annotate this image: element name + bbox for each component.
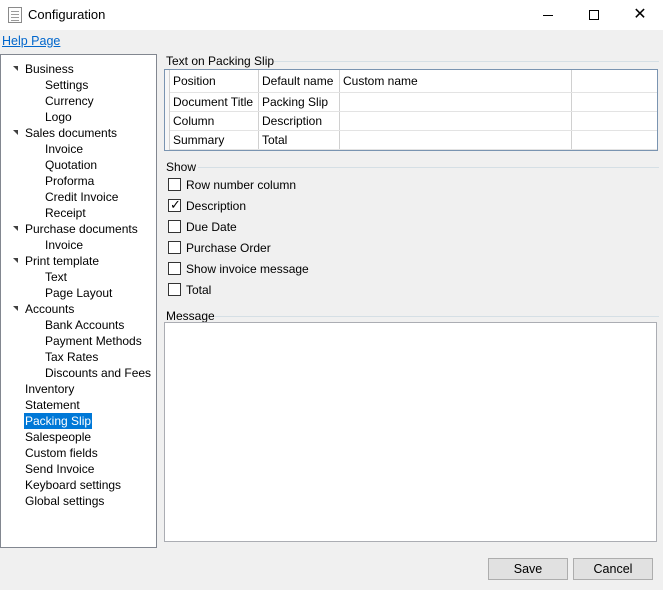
checkbox-box[interactable] — [168, 241, 181, 254]
maximize-icon — [589, 10, 599, 20]
cell-extra — [572, 93, 657, 111]
collapse-arrow-icon[interactable] — [13, 306, 18, 311]
checkbox-box[interactable] — [168, 178, 181, 191]
cell-default-name: Packing Slip — [259, 93, 340, 111]
cell-default-name: Description — [259, 112, 340, 130]
cell-extra — [572, 112, 657, 130]
checkbox-label: Show invoice message — [186, 262, 309, 276]
column-header-custom-name[interactable]: Custom name — [340, 70, 572, 92]
tree-item-receipt[interactable]: Receipt — [44, 205, 87, 221]
tree-item-keyboard-settings[interactable]: Keyboard settings — [24, 477, 122, 493]
tree-item-invoice[interactable]: Invoice — [44, 237, 84, 253]
collapse-arrow-icon[interactable] — [13, 226, 18, 231]
grid-header-row: Position Default name Custom name — [170, 70, 657, 93]
tree-item-settings[interactable]: Settings — [44, 77, 89, 93]
table-row[interactable]: Column Description — [170, 112, 657, 131]
collapse-arrow-icon[interactable] — [13, 66, 18, 71]
text-section-divider — [274, 61, 659, 62]
tree-item-packing-slip[interactable]: Packing Slip — [24, 413, 93, 429]
cell-extra — [572, 131, 657, 149]
tree-item-payment-methods[interactable]: Payment Methods — [44, 333, 143, 349]
packing-slip-text-grid[interactable]: Position Default name Custom name Docume… — [164, 69, 658, 151]
tree-item-text[interactable]: Text — [44, 269, 68, 285]
maximize-button[interactable] — [571, 0, 617, 30]
tree-item-purchase-documents[interactable]: Purchase documents — [24, 221, 139, 237]
checkbox-label: Total — [186, 283, 212, 297]
check-icon: ✓ — [170, 197, 181, 212]
checkbox-box[interactable] — [168, 220, 181, 233]
tree-item-page-layout[interactable]: Page Layout — [44, 285, 113, 301]
collapse-arrow-icon[interactable] — [13, 258, 18, 263]
tree-item-send-invoice[interactable]: Send Invoice — [24, 461, 95, 477]
tree-item-custom-fields[interactable]: Custom fields — [24, 445, 99, 461]
window-title: Configuration — [28, 7, 106, 22]
tree-item-business[interactable]: Business — [24, 61, 75, 77]
tree-item-sales-documents[interactable]: Sales documents — [24, 125, 118, 141]
tree-item-tax-rates[interactable]: Tax Rates — [44, 349, 99, 365]
tree-item-currency[interactable]: Currency — [44, 93, 95, 109]
message-textarea[interactable] — [164, 322, 657, 542]
tree-item-statement[interactable]: Statement — [24, 397, 81, 413]
cell-position: Column — [170, 112, 259, 130]
tree-item-invoice[interactable]: Invoice — [44, 141, 84, 157]
table-row[interactable]: Summary Total — [170, 131, 657, 150]
app-icon — [8, 7, 22, 23]
checkbox-label: Description — [186, 199, 247, 213]
close-icon: ✕ — [633, 6, 647, 23]
tree-item-credit-invoice[interactable]: Credit Invoice — [44, 189, 119, 205]
table-row[interactable]: Document Title Packing Slip — [170, 93, 657, 112]
minimize-button[interactable] — [525, 0, 571, 30]
text-section-title: Text on Packing Slip — [166, 54, 275, 68]
column-header-extra — [572, 70, 657, 92]
message-section-divider — [214, 316, 659, 317]
show-section-title: Show — [166, 160, 197, 174]
tree-item-print-template[interactable]: Print template — [24, 253, 100, 269]
navigation-tree[interactable]: Business Settings Currency Logo Sales docume… — [0, 54, 157, 548]
cancel-button[interactable]: Cancel — [573, 558, 653, 580]
cell-default-name: Total — [259, 131, 340, 149]
show-section-divider — [198, 167, 659, 168]
checkbox-box[interactable] — [168, 262, 181, 275]
checkbox-label: Purchase Order — [186, 241, 271, 255]
tree-item-discounts-and-fees[interactable]: Discounts and Fees — [44, 365, 152, 381]
tree-item-quotation[interactable]: Quotation — [44, 157, 98, 173]
column-header-default-name[interactable]: Default name — [259, 70, 340, 92]
cell-position: Document Title — [170, 93, 259, 111]
message-section-title: Message — [166, 309, 215, 323]
checkbox-label: Row number column — [186, 178, 297, 192]
save-button[interactable]: Save — [488, 558, 568, 580]
tree-item-inventory[interactable]: Inventory — [24, 381, 75, 397]
help-page-link[interactable]: Help Page — [2, 34, 60, 48]
checkbox-label: Due Date — [186, 220, 237, 234]
cell-custom-name[interactable] — [340, 131, 572, 149]
tree-item-proforma[interactable]: Proforma — [44, 173, 95, 189]
checkbox-box[interactable] — [168, 283, 181, 296]
checkbox-box[interactable]: ✓ — [168, 197, 181, 212]
tree-item-accounts[interactable]: Accounts — [24, 301, 75, 317]
minimize-icon — [543, 14, 553, 16]
tree-item-salespeople[interactable]: Salespeople — [24, 429, 92, 445]
collapse-arrow-icon[interactable] — [13, 130, 18, 135]
close-button[interactable]: ✕ — [617, 0, 663, 30]
menu-bar: Help Page — [0, 31, 663, 53]
column-header-position[interactable]: Position — [170, 70, 259, 92]
tree-item-logo[interactable]: Logo — [44, 109, 73, 125]
cell-custom-name[interactable] — [340, 112, 572, 130]
title-bar: Configuration ✕ — [0, 0, 663, 30]
tree-item-global-settings[interactable]: Global settings — [24, 493, 105, 509]
tree-item-bank-accounts[interactable]: Bank Accounts — [44, 317, 125, 333]
cell-custom-name[interactable] — [340, 93, 572, 111]
cell-position: Summary — [170, 131, 259, 149]
